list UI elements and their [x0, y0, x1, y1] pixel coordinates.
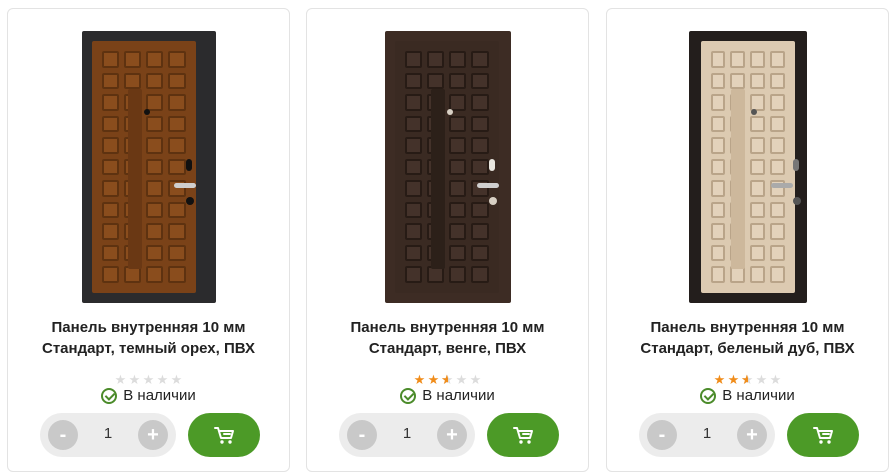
product-image: [81, 31, 216, 303]
stock-label: В наличии: [722, 387, 795, 404]
product-card: Панель внутренняя 10 мм Стандарт, темный…: [7, 8, 290, 472]
quantity-stepper: - 1 +: [339, 413, 475, 457]
increase-button[interactable]: +: [437, 420, 467, 450]
product-title-line2: Стандарт, беленый дуб, ПВХ: [640, 340, 855, 357]
increase-button[interactable]: +: [737, 420, 767, 450]
add-to-cart-button[interactable]: [188, 413, 260, 457]
star-icon: ★: [114, 372, 127, 387]
add-to-cart-button[interactable]: [487, 413, 559, 457]
star-icon: ★: [142, 372, 155, 387]
product-title-line2: Стандарт, венге, ПВХ: [368, 340, 527, 357]
rating-stars: ★ ★ ★ ★ ★: [307, 373, 588, 386]
quantity-input[interactable]: 1: [689, 425, 725, 442]
product-image: [384, 31, 511, 303]
product-image-link[interactable]: [607, 31, 888, 303]
star-icon: ★: [755, 372, 768, 387]
product-title-link[interactable]: Панель внутренняя 10 мм Стандарт, венге,…: [317, 317, 578, 359]
star-icon: ★: [769, 372, 782, 387]
stock-label: В наличии: [123, 387, 196, 404]
add-to-cart-button[interactable]: [787, 413, 859, 457]
star-icon: ★: [741, 373, 754, 386]
star-icon: ★: [156, 372, 169, 387]
product-title-line1: Панель внутренняя 10 мм: [51, 319, 246, 336]
star-icon: ★: [469, 372, 482, 387]
star-icon: ★: [727, 372, 740, 387]
quantity-stepper: - 1 +: [40, 413, 176, 457]
decrease-button[interactable]: -: [48, 420, 78, 450]
check-circle-icon: [400, 387, 417, 404]
quantity-input[interactable]: 1: [90, 425, 126, 442]
stock-status: В наличии: [8, 387, 289, 404]
product-title-link[interactable]: Панель внутренняя 10 мм Стандарт, темный…: [18, 317, 279, 359]
rating-stars: ★ ★ ★ ★ ★: [8, 373, 289, 386]
product-grid: Панель внутренняя 10 мм Стандарт, темный…: [7, 8, 889, 472]
product-title-link[interactable]: Панель внутренняя 10 мм Стандарт, белены…: [617, 317, 878, 359]
product-image-link[interactable]: [307, 31, 588, 303]
product-image-link[interactable]: [8, 31, 289, 303]
rating-stars: ★ ★ ★ ★ ★: [607, 373, 888, 386]
quantity-stepper: - 1 +: [639, 413, 775, 457]
stock-status: В наличии: [307, 387, 588, 404]
cart-icon: [214, 427, 234, 444]
decrease-button[interactable]: -: [647, 420, 677, 450]
star-icon: ★: [455, 372, 468, 387]
cart-icon: [513, 427, 533, 444]
product-card: Панель внутренняя 10 мм Стандарт, венге,…: [306, 8, 589, 472]
check-circle-icon: [700, 387, 717, 404]
product-title-line1: Панель внутренняя 10 мм: [650, 319, 845, 336]
product-title-line1: Панель внутренняя 10 мм: [350, 319, 545, 336]
increase-button[interactable]: +: [138, 420, 168, 450]
check-circle-icon: [101, 387, 118, 404]
product-image: [688, 31, 807, 303]
decrease-button[interactable]: -: [347, 420, 377, 450]
star-icon: ★: [441, 373, 454, 386]
star-icon: ★: [413, 372, 426, 387]
star-icon: ★: [713, 372, 726, 387]
star-icon: ★: [427, 372, 440, 387]
star-icon: ★: [128, 372, 141, 387]
stock-label: В наличии: [422, 387, 495, 404]
star-icon: ★: [170, 372, 183, 387]
stock-status: В наличии: [607, 387, 888, 404]
quantity-input[interactable]: 1: [389, 425, 425, 442]
cart-icon: [813, 427, 833, 444]
product-card: Панель внутренняя 10 мм Стандарт, белены…: [606, 8, 889, 472]
product-title-line2: Стандарт, темный орех, ПВХ: [41, 340, 255, 357]
